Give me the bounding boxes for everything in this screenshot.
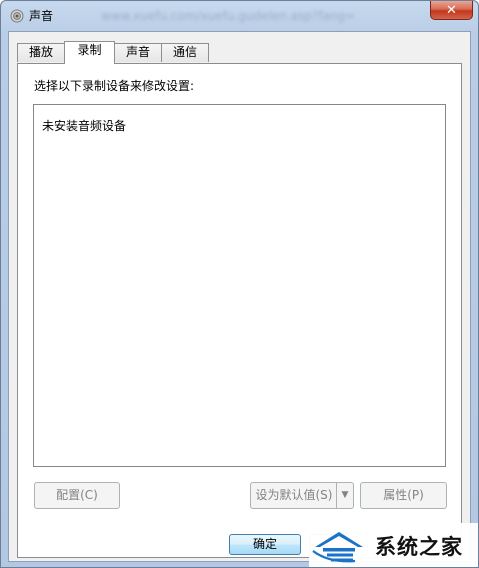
ok-label: 确定 bbox=[252, 537, 277, 551]
dialog-client-area: 播放 录制 声音 通信 选择以下录制设备来修改设置: 未安装音频设备 配置(C)… bbox=[8, 31, 471, 562]
sound-dialog-window: 声音 www.xuefu.com/xuefu.gudelen.asp?fang=… bbox=[0, 0, 479, 568]
blurred-title-url: www.xuefu.com/xuefu.gudelen.asp?fang= bbox=[101, 9, 356, 23]
watermark-text: 系统之家 bbox=[375, 535, 463, 559]
ok-button[interactable]: 确定 bbox=[229, 534, 301, 555]
speaker-icon bbox=[10, 9, 24, 23]
close-icon: ✕ bbox=[446, 2, 457, 18]
instruction-text: 选择以下录制设备来修改设置: bbox=[34, 79, 195, 93]
window-title: 声音 bbox=[29, 9, 54, 23]
recording-tab-panel: 选择以下录制设备来修改设置: 未安装音频设备 配置(C) 设为默认值(S) ▼ … bbox=[17, 63, 462, 558]
tab-recording[interactable]: 录制 bbox=[64, 41, 115, 64]
watermark-overlay: 系统之家 bbox=[309, 523, 478, 567]
properties-button[interactable]: 属性(P) bbox=[360, 482, 447, 509]
set-default-button[interactable]: 设为默认值(S) ▼ bbox=[250, 482, 354, 509]
tab-playback[interactable]: 播放 bbox=[17, 43, 65, 62]
no-device-message: 未安装音频设备 bbox=[42, 119, 127, 133]
house-logo-icon bbox=[309, 523, 371, 567]
tab-communications[interactable]: 通信 bbox=[161, 43, 209, 62]
dropdown-arrow-icon[interactable]: ▼ bbox=[336, 483, 353, 508]
recording-device-list[interactable]: 未安装音频设备 bbox=[33, 104, 446, 467]
close-button[interactable]: ✕ bbox=[430, 1, 473, 20]
configure-button[interactable]: 配置(C) bbox=[34, 482, 120, 509]
title-bar[interactable]: 声音 www.xuefu.com/xuefu.gudelen.asp?fang=… bbox=[1, 1, 478, 31]
tab-sounds[interactable]: 声音 bbox=[114, 43, 162, 62]
set-default-label: 设为默认值(S) bbox=[255, 488, 333, 502]
